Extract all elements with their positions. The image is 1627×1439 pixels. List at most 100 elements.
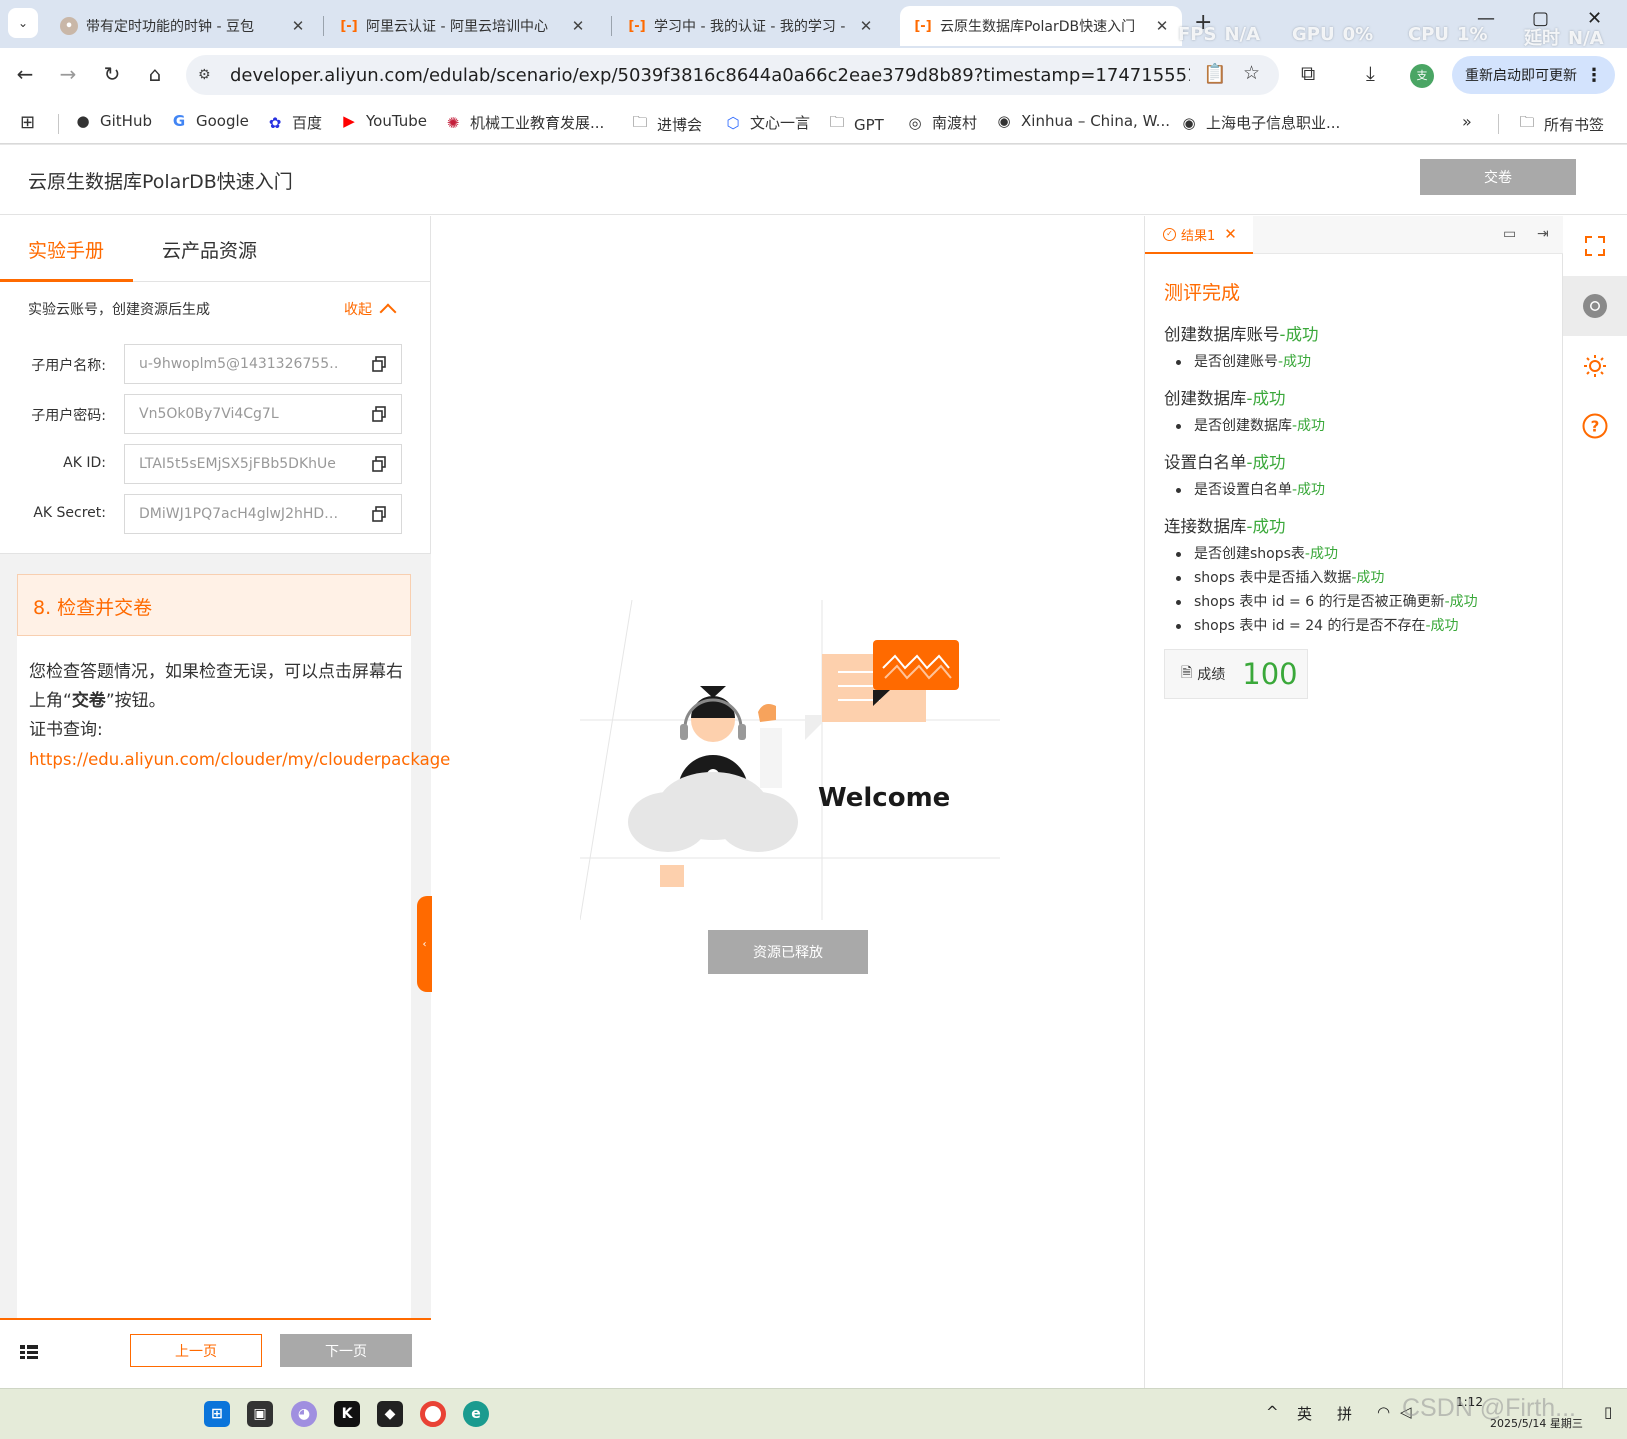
ak-id-field[interactable]: LTAI5t5sEMjSX5jFBb5DKhUe xyxy=(124,444,402,484)
panel-tabs: 实验手册 云产品资源 xyxy=(0,216,431,282)
copy-icon[interactable] xyxy=(372,356,386,372)
extensions-icon[interactable]: ⧉ xyxy=(1301,61,1315,85)
chevron-down-icon: ⌄ xyxy=(17,16,29,30)
task-view-icon[interactable]: ▣ xyxy=(247,1401,273,1427)
bookmark-baidu[interactable]: ✿ 百度 xyxy=(266,112,322,133)
windows-start-icon[interactable]: ⊞ xyxy=(204,1401,230,1427)
collapse-toggle[interactable]: 收起 xyxy=(344,299,397,321)
next-page-button[interactable]: 下一页 xyxy=(280,1334,412,1367)
certificate-link[interactable]: https://edu.aliyun.com/clouder/my/cloude… xyxy=(29,750,450,769)
arrow-left-icon: ← xyxy=(16,62,34,86)
all-bookmarks[interactable]: 🗀 所有书签 xyxy=(1518,112,1604,137)
collapse-right-icon[interactable]: ⇥ xyxy=(1537,226,1549,242)
tab-result-1[interactable]: ✓ 结果1 ✕ xyxy=(1145,216,1253,254)
theme-toggle-button[interactable] xyxy=(1563,336,1627,396)
panel-collapse-handle[interactable]: ‹ xyxy=(417,896,432,992)
update-button[interactable]: 重新启动即可更新 ⋮ xyxy=(1452,56,1615,94)
back-button[interactable]: ← xyxy=(12,62,38,86)
arrow-right-icon: → xyxy=(59,62,77,86)
fps-readout: FPS N/A xyxy=(1178,24,1261,45)
browser-tab-1[interactable]: • 带有定时功能的时钟 - 豆包 ✕ xyxy=(46,6,318,46)
bookmark-nandu[interactable]: ◎ 南渡村 xyxy=(906,112,977,133)
bookmark-github[interactable]: ● GitHub xyxy=(74,112,152,130)
browser-tab-2[interactable]: [-] 阿里云认证 - 阿里云培训中心 ✕ xyxy=(326,6,598,46)
app-k-icon[interactable]: K xyxy=(334,1401,360,1427)
profile-avatar[interactable]: 支 xyxy=(1410,64,1434,88)
step-navigation: 上一页 下一页 xyxy=(0,1318,431,1388)
sub-user-name-field[interactable]: u-9hwoplm5@1431326755… xyxy=(124,344,402,384)
app-cube-icon[interactable]: ◆ xyxy=(377,1401,403,1427)
result-item: 是否创建shops表-成功 xyxy=(1164,542,1554,566)
account-note: 实验云账号，创建资源后生成 xyxy=(28,302,210,318)
copy-icon[interactable] xyxy=(372,456,386,472)
edge-icon[interactable]: e xyxy=(463,1401,489,1427)
minimize-panel-icon[interactable]: ▭ xyxy=(1503,226,1516,242)
app-cat-icon[interactable]: ◕ xyxy=(291,1401,317,1427)
help-button[interactable]: ? xyxy=(1563,396,1627,456)
bookmark-shanghai[interactable]: ◉ 上海电子信息职业... xyxy=(1180,112,1340,133)
tray-overflow-icon[interactable]: ^ xyxy=(1266,1403,1279,1421)
step-card: 8. 检查并交卷 您检查答题情况，如果检查无误，可以点击屏幕右上角“交卷”按钮。… xyxy=(17,574,451,1318)
chrome-taskbar-icon[interactable] xyxy=(420,1401,446,1427)
welcome-text: Welcome xyxy=(818,783,950,813)
maximize-button[interactable]: ▢ xyxy=(1532,8,1549,29)
tab-search-button[interactable]: ⌄ xyxy=(8,8,38,38)
wifi-icon[interactable]: ◠ xyxy=(1377,1403,1390,1421)
more-bookmarks-icon[interactable]: » xyxy=(1462,112,1472,131)
reload-button[interactable]: ↻ xyxy=(99,62,125,86)
bookmark-jinbohui[interactable]: 🗀 进博会 xyxy=(631,112,702,137)
close-icon[interactable]: ✕ xyxy=(1224,225,1237,243)
folder-icon: 🗀 xyxy=(829,113,845,131)
copy-icon[interactable] xyxy=(372,406,386,422)
bookmark-wenxin[interactable]: ⬡ 文心一言 xyxy=(724,112,810,133)
bookmark-google[interactable]: G Google xyxy=(170,112,249,130)
result-section: 连接数据库-成功 是否创建shops表-成功 shops 表中是否插入数据-成功… xyxy=(1164,513,1554,638)
results-body: 测评完成 创建数据库账号-成功 是否创建账号-成功 创建数据库-成功 是否创建数… xyxy=(1164,278,1554,699)
more-menu-icon[interactable]: ⋮ xyxy=(1585,65,1603,86)
step-body: 您检查答题情况，如果检查无误，可以点击屏幕右上角“交卷”按钮。 证书查询: ht… xyxy=(29,662,451,769)
ime-language[interactable]: 英 xyxy=(1297,1403,1312,1424)
expand-icon xyxy=(1585,236,1605,256)
close-icon[interactable]: ✕ xyxy=(568,17,588,35)
minimize-button[interactable]: — xyxy=(1477,8,1495,29)
results-tabbar: ✓ 结果1 ✕ ▭ ⇥ xyxy=(1145,216,1564,254)
home-button[interactable]: ⌂ xyxy=(142,62,168,86)
apps-grid-icon[interactable]: ⊞ xyxy=(20,112,35,133)
tab-cloud-resources[interactable]: 云产品资源 xyxy=(162,236,257,263)
address-bar[interactable]: ⚙ developer.aliyun.com/edulab/scenario/e… xyxy=(186,55,1279,95)
url-text[interactable]: developer.aliyun.com/edulab/scenario/exp… xyxy=(230,65,1190,86)
ime-mode[interactable]: 拼 xyxy=(1337,1403,1352,1424)
browser-tab-active[interactable]: [-] 云原生数据库PolarDB快速入门 ✕ xyxy=(900,6,1182,46)
fullscreen-button[interactable] xyxy=(1563,216,1627,276)
close-icon[interactable]: ✕ xyxy=(288,17,308,35)
browser-tab-3[interactable]: [-] 学习中 - 我的认证 - 我的学习 - ✕ xyxy=(614,6,886,46)
svg-text:?: ? xyxy=(1591,418,1600,436)
bookmark-jixie[interactable]: ✺ 机械工业教育发展... xyxy=(444,112,605,133)
bookmark-youtube[interactable]: ▶ YouTube xyxy=(340,112,427,130)
site-settings-icon[interactable]: ⚙ xyxy=(198,67,220,83)
resource-released-button[interactable]: 资源已释放 xyxy=(708,930,868,974)
submit-exam-button[interactable]: 交卷 xyxy=(1420,159,1576,195)
previous-page-button[interactable]: 上一页 xyxy=(130,1334,262,1367)
chevron-up-icon xyxy=(379,303,397,321)
sub-user-password-field[interactable]: Vn5Ok0By7Vi4Cg7L xyxy=(124,394,402,434)
window-close-button[interactable]: ✕ xyxy=(1587,8,1602,29)
download-icon[interactable]: ⤓ xyxy=(1366,61,1375,85)
ak-secret-field[interactable]: DMiWJ1PQ7acH4glwJ2hHD… xyxy=(124,494,402,534)
lab-page: 云原生数据库PolarDB快速入门 交卷 实验手册 云产品资源 实验云账号，创建… xyxy=(0,145,1627,1388)
notification-icon[interactable]: ▯ xyxy=(1604,1403,1612,1421)
close-icon[interactable]: ✕ xyxy=(856,17,876,35)
google-icon: G xyxy=(172,112,186,130)
forward-button[interactable]: → xyxy=(55,62,81,86)
chrome-tool-button[interactable] xyxy=(1563,276,1627,336)
clipboard-icon[interactable]: 📋 xyxy=(1203,62,1227,85)
bookmark-gpt[interactable]: 🗀 GPT xyxy=(828,112,883,137)
tab-lab-manual[interactable]: 实验手册 xyxy=(28,236,104,263)
result-item: 是否创建数据库-成功 xyxy=(1164,414,1554,438)
bookmark-xinhua[interactable]: ◉ Xinhua – China, W... xyxy=(995,112,1170,130)
globe-icon: ◉ xyxy=(997,112,1011,130)
close-icon[interactable]: ✕ xyxy=(1152,17,1172,35)
star-icon[interactable]: ☆ xyxy=(1243,62,1260,84)
table-of-contents-icon[interactable] xyxy=(20,1344,38,1360)
copy-icon[interactable] xyxy=(372,506,386,522)
